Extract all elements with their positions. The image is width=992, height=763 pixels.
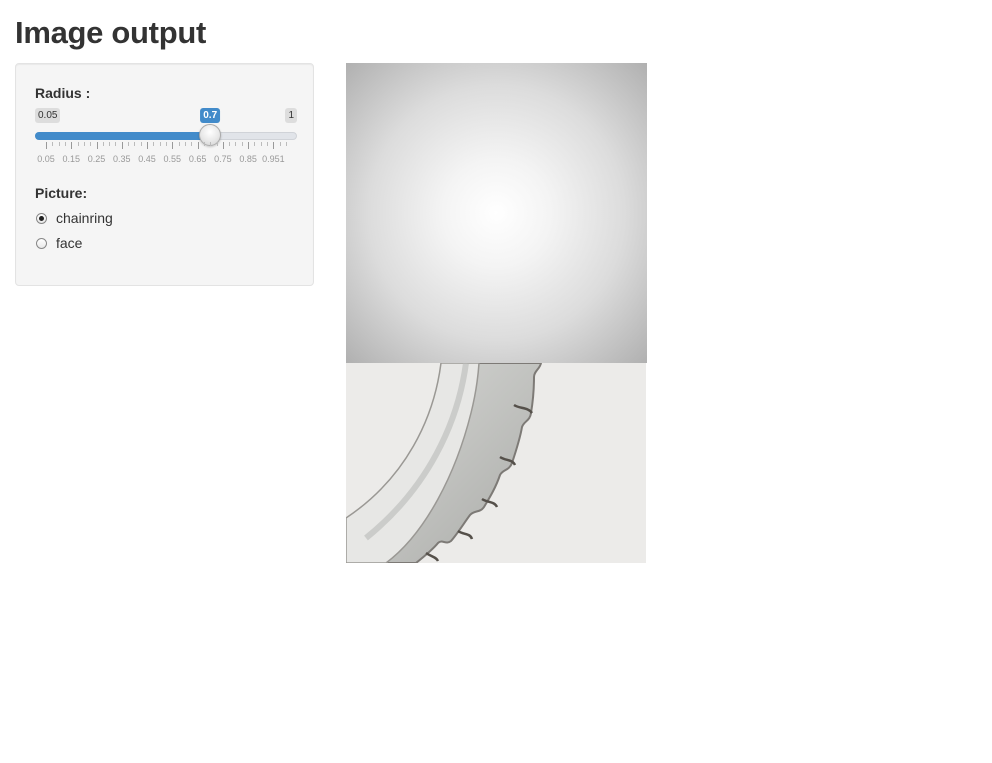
slider-tick-label: 0.05	[37, 154, 55, 164]
radial-vignette-image	[346, 63, 647, 363]
slider-tick-label: 0.15	[62, 154, 81, 164]
radio-option-face[interactable]: face	[35, 233, 82, 253]
slider-ticks	[35, 142, 297, 152]
slider-tick-label: 0.45	[138, 154, 156, 164]
slider-tick	[216, 142, 218, 146]
slider-tick	[153, 142, 155, 146]
radio-label-face: face	[56, 235, 83, 251]
slider-tick	[191, 142, 193, 146]
slider-tick-label: 0.85	[239, 154, 257, 164]
slider-tick	[102, 142, 104, 146]
slider-tick	[64, 142, 66, 146]
slider-tick	[197, 142, 199, 149]
picture-label: Picture:	[35, 185, 88, 201]
chainring-illustration	[346, 363, 646, 563]
radio-button-face[interactable]	[36, 237, 47, 249]
slider-tick-label: 0.951	[262, 154, 285, 164]
chainring-photo	[346, 363, 646, 563]
slider-tick	[210, 142, 212, 146]
slider-tick	[96, 142, 98, 149]
slider-tick	[147, 142, 149, 149]
slider-tick	[71, 142, 73, 149]
slider-tick	[121, 142, 123, 149]
slider-tick	[267, 142, 269, 146]
slider-tick-labels: 0.05 0.15 0.25 0.35 0.45 0.55 0.65 0.75 0.85 0.95…	[35, 154, 297, 166]
slider-tick	[134, 142, 136, 146]
radio-label-chainring: chainring	[56, 210, 113, 226]
slider-tick	[241, 142, 243, 146]
slider-tick	[115, 142, 117, 146]
page-title: Image output	[15, 15, 206, 50]
slider-tick	[77, 142, 79, 146]
slider-max-label: 1	[285, 108, 297, 123]
slider-tick	[83, 142, 85, 146]
slider-tick-label: 0.25	[87, 154, 106, 164]
radius-label: Radius :	[35, 85, 91, 101]
slider-tick	[260, 142, 262, 146]
slider-tick	[286, 142, 287, 146]
slider-tick	[178, 142, 180, 146]
slider-tick	[52, 142, 54, 146]
slider-tick	[166, 142, 167, 146]
radio-option-chainring[interactable]: chainring	[35, 208, 113, 228]
slider-tick	[46, 142, 47, 149]
slider-tick	[248, 142, 250, 149]
slider-tick	[128, 142, 130, 146]
slider-tick	[172, 142, 174, 149]
slider-tick-label: 0.55	[163, 154, 182, 164]
slider-tick	[159, 142, 161, 146]
page: Image output Radius : 0.05 1 0.7 0.05 0.1…	[0, 0, 992, 763]
slider-tick	[203, 142, 205, 146]
slider-value-label: 0.7	[200, 108, 221, 123]
slider-tick-label: 0.35	[113, 154, 131, 164]
slider-tick	[254, 142, 256, 146]
radius-slider[interactable]: 0.05 1 0.7 0.05 0.15 0.25 0.35 0.45 0.55 0.65 0…	[35, 108, 297, 168]
slider-fill	[35, 132, 211, 140]
radio-button-chainring[interactable]	[36, 212, 47, 224]
slider-tick	[140, 142, 142, 146]
sidebar-panel: Radius : 0.05 1 0.7 0.05 0.15 0.25 0.35 0.45…	[15, 63, 314, 286]
slider-tick-label: 0.65	[188, 154, 207, 164]
slider-tick	[184, 142, 186, 146]
slider-tick	[235, 142, 237, 146]
slider-tick	[279, 142, 281, 146]
slider-tick	[222, 142, 224, 149]
slider-tick-label: 0.75	[214, 154, 232, 164]
slider-tick	[273, 142, 275, 149]
slider-tick	[109, 142, 111, 146]
image-output	[346, 63, 647, 563]
slider-tick	[90, 142, 92, 146]
slider-tick	[58, 142, 60, 146]
slider-tick	[229, 142, 231, 146]
slider-min-label: 0.05	[35, 108, 61, 123]
